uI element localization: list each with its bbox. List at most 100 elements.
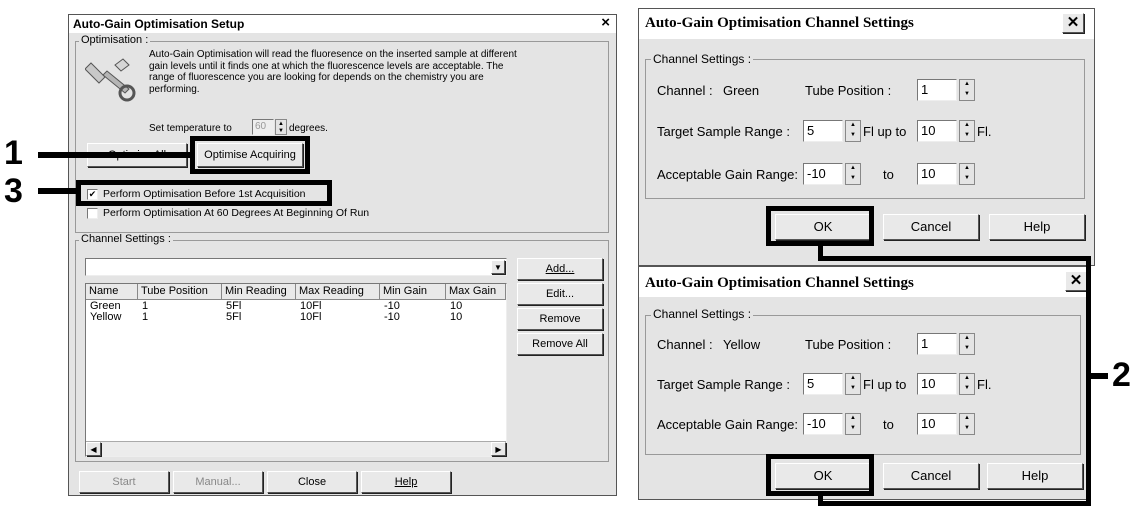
close-icon[interactable]: ✕	[1065, 271, 1087, 291]
wrench-icon	[85, 58, 136, 102]
setup-dialog: Auto-Gain Optimisation Setup × Optimisat…	[68, 14, 617, 496]
temperature-spinner[interactable]: ▲ ▼	[275, 119, 287, 135]
yellow-target-min-input[interactable]: 5	[803, 373, 843, 395]
chevron-down-icon[interactable]: ▼	[491, 260, 505, 274]
yellow-gain-to: to	[883, 417, 894, 432]
yellow-channel-value: Yellow	[723, 337, 761, 352]
green-tube-spinner[interactable]: ▲ ▼	[959, 79, 975, 101]
optimise-at-60-label: Perform Optimisation At 60 Degrees At Be…	[103, 207, 370, 219]
green-tube-label: Tube Position :	[805, 83, 892, 98]
yellow-gain-min-input[interactable]: -10	[803, 413, 843, 435]
channel-settings-group-label: Channel Settings :	[79, 233, 173, 245]
green-fl-unit: Fl.	[977, 124, 992, 139]
yellow-gain-min-spinner[interactable]: ▲ ▼	[845, 413, 861, 435]
yellow-gain-max-input[interactable]: 10	[917, 413, 957, 435]
optimisation-description: Auto-Gain Optimisation will read the flu…	[149, 49, 517, 95]
edit-channel-button[interactable]: Edit...	[517, 283, 603, 305]
callout-2-bracket	[1086, 256, 1091, 506]
green-tube-input[interactable]: 1	[917, 79, 957, 101]
yellow-cancel-button[interactable]: Cancel	[883, 463, 979, 489]
yellow-group-label: Channel Settings :	[651, 307, 754, 321]
callout-2-bottom-line	[818, 501, 1090, 506]
green-gain-max-spinner[interactable]: ▲ ▼	[959, 163, 975, 185]
temperature-suffix: degrees.	[289, 123, 328, 134]
scroll-left-icon[interactable]: ◀	[86, 442, 101, 456]
remove-channel-button[interactable]: Remove	[517, 308, 603, 330]
callout-2: 2	[1112, 356, 1131, 394]
callout-1-line	[38, 152, 194, 158]
column-header[interactable]: Max Gain	[446, 284, 506, 300]
green-gain-to: to	[883, 167, 894, 182]
remove-all-button[interactable]: Remove All	[517, 333, 603, 355]
table-row[interactable]: Green 1 5Fl 10Fl -10 10	[86, 301, 506, 312]
green-target-max-input[interactable]: 10	[917, 120, 957, 142]
yellow-tube-spinner[interactable]: ▲ ▼	[959, 333, 975, 355]
setup-title: Auto-Gain Optimisation Setup	[73, 17, 245, 31]
callout-3: 3	[4, 172, 23, 210]
green-fl-up-to: Fl up to	[863, 124, 907, 139]
green-help-button[interactable]: Help	[989, 214, 1085, 240]
yellow-target-label: Target Sample Range :	[657, 377, 790, 392]
green-channel-label: Channel :	[657, 83, 713, 98]
green-target-min-input[interactable]: 5	[803, 120, 843, 142]
column-header[interactable]: Tube Position	[138, 284, 222, 300]
manual-button[interactable]: Manual...	[173, 471, 263, 493]
yellow-title-bar: Auto-Gain Optimisation Channel Settings …	[639, 267, 1089, 297]
optimise-before-highlight	[76, 180, 332, 206]
green-gain-max-input[interactable]: 10	[917, 163, 957, 185]
yellow-gain-label: Acceptable Gain Range:	[657, 417, 798, 432]
green-target-label: Target Sample Range :	[657, 124, 790, 139]
table-cell: 5Fl	[226, 311, 242, 323]
yellow-help-button[interactable]: Help	[987, 463, 1083, 489]
yellow-fl-unit: Fl.	[977, 377, 992, 392]
yellow-gain-max-spinner[interactable]: ▲ ▼	[959, 413, 975, 435]
column-header[interactable]: Name	[86, 284, 138, 300]
temperature-input[interactable]: 60	[252, 119, 274, 135]
add-channel-button[interactable]: Add...	[517, 258, 603, 280]
yellow-fl-up-to: Fl up to	[863, 377, 907, 392]
table-cell: 10	[450, 311, 463, 323]
scroll-right-icon[interactable]: ▶	[491, 442, 506, 456]
yellow-channel-label: Channel :	[657, 337, 713, 352]
table-cell: 10Fl	[300, 311, 322, 323]
table-cell: 1	[142, 311, 149, 323]
green-gain-min-input[interactable]: -10	[803, 163, 843, 185]
green-target-max-spinner[interactable]: ▲ ▼	[959, 120, 975, 142]
temperature-prefix: Set temperature to	[149, 123, 232, 134]
green-dialog-title: Auto-Gain Optimisation Channel Settings	[645, 15, 914, 31]
green-target-min-spinner[interactable]: ▲ ▼	[845, 120, 861, 142]
help-button[interactable]: Help	[361, 471, 451, 493]
yellow-target-min-spinner[interactable]: ▲ ▼	[845, 373, 861, 395]
green-gain-label: Acceptable Gain Range:	[657, 167, 798, 182]
column-header[interactable]: Min Gain	[380, 284, 446, 300]
yellow-target-max-spinner[interactable]: ▲ ▼	[959, 373, 975, 395]
yellow-tube-input[interactable]: 1	[917, 333, 957, 355]
green-ok-highlight	[766, 206, 874, 246]
callout-2-top-line	[818, 256, 1090, 261]
green-channel-value: Green	[723, 83, 760, 98]
yellow-target-max-input[interactable]: 10	[917, 373, 957, 395]
yellow-dialog-title: Auto-Gain Optimisation Channel Settings	[645, 275, 914, 291]
close-button[interactable]: Close	[267, 471, 357, 493]
channel-dropdown[interactable]: ▼	[85, 258, 507, 276]
optimise-acquiring-highlight	[190, 136, 310, 174]
optimisation-group-label: Optimisation :	[79, 34, 151, 46]
green-title-bar: Auto-Gain Optimisation Channel Settings …	[639, 9, 1094, 39]
column-header[interactable]: Max Reading	[296, 284, 380, 300]
callout-1: 1	[4, 134, 23, 172]
green-group-label: Channel Settings :	[651, 52, 754, 66]
yellow-ok-highlight	[766, 454, 874, 496]
callout-2-line	[1090, 373, 1108, 379]
optimise-at-60-checkbox[interactable]	[87, 208, 98, 219]
horizontal-scrollbar[interactable]: ◀ ▶	[86, 441, 506, 456]
table-cell: Yellow	[90, 311, 122, 323]
green-gain-min-spinner[interactable]: ▲ ▼	[845, 163, 861, 185]
green-cancel-button[interactable]: Cancel	[883, 214, 979, 240]
start-button[interactable]: Start	[79, 471, 169, 493]
close-icon[interactable]: ✕	[1062, 13, 1084, 33]
table-row[interactable]: Yellow 1 5Fl 10Fl -10 10	[86, 312, 506, 323]
setup-title-bar: Auto-Gain Optimisation Setup ×	[69, 14, 616, 33]
column-header[interactable]: Min Reading	[222, 284, 296, 300]
close-icon[interactable]: ×	[601, 14, 610, 31]
table-cell: -10	[384, 311, 400, 323]
